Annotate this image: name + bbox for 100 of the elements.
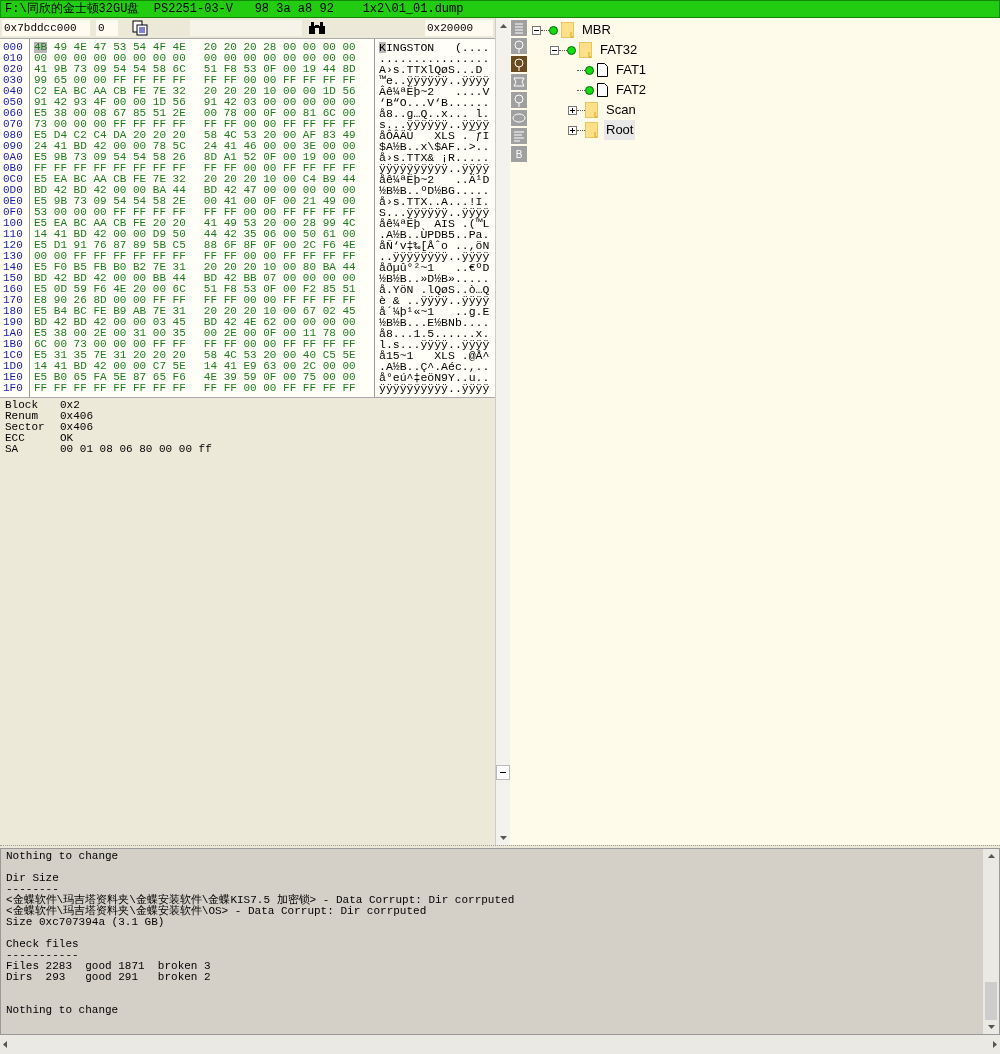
info-label: Block <box>5 400 39 411</box>
hex-bytes: C2 EA BC AA CB FE 7E 32 <box>34 86 186 97</box>
ascii-text: åÑ‘v‡‰[Åˆo ..,öN <box>379 240 490 251</box>
hex-bytes: E5 EA BC AA CB FE 7E 32 <box>34 174 186 185</box>
row-offset: 070 <box>3 119 24 130</box>
scroll-up-icon[interactable] <box>987 854 995 858</box>
binoculars-icon[interactable] <box>308 21 326 35</box>
hex-bytes: 53 00 00 00 FF FF FF FF <box>34 207 186 218</box>
tree-item[interactable]: Scan <box>604 100 638 120</box>
log-line: Files 2283 good 1871 broken 3 <box>6 961 212 972</box>
address-field[interactable]: 0x7bddcc000 <box>2 20 90 36</box>
tree-item[interactable]: FAT2 <box>614 80 649 100</box>
ascii-text: å8...1.5......x. <box>379 328 490 339</box>
hex-bytes: E5 38 00 08 67 85 51 2E <box>34 108 186 119</box>
ascii-text: å›s.TTX..A...!I. <box>379 196 490 207</box>
scroll-down-icon[interactable] <box>987 1025 995 1029</box>
hex-bytes: 00 00 00 00 00 00 00 00 <box>203 53 356 64</box>
log-line: -------- <box>6 884 59 895</box>
tree-item[interactable]: FAT1 <box>614 60 649 80</box>
hex-bytes: 14 41 BD 42 00 00 D9 50 <box>34 229 186 240</box>
hex-bytes: 00 00 FF FF FF FF FF FF <box>34 251 186 262</box>
tree-item[interactable]: MBR <box>580 20 613 40</box>
hex-bytes: 20 20 20 10 00 67 02 45 <box>203 306 356 317</box>
hex-bytes: 20 20 20 28 00 00 00 00 <box>203 42 356 53</box>
log-line: Nothing to change <box>6 851 120 862</box>
tree-item[interactable]: Root <box>604 120 636 140</box>
tree-item[interactable]: FAT32 <box>598 40 640 60</box>
hex-bytes: 00 00 00 00 00 00 00 00 <box>34 53 186 64</box>
ascii-text: ‘B“O...V‘B...... <box>379 97 490 108</box>
scroll-bar[interactable] <box>495 18 510 845</box>
ascii-text: è & ..ÿÿÿÿ..ÿÿÿÿ <box>379 295 490 306</box>
row-offset: 000 <box>3 42 24 53</box>
row-offset: 100 <box>3 218 24 229</box>
ascii-text: $A½B..x\$AF..>.. <box>379 141 490 152</box>
hex-bytes: FF FF FF FF FF FF FF FF <box>34 383 186 394</box>
row-offset: 1B0 <box>3 339 24 350</box>
size-field[interactable]: 0x20000 <box>425 20 493 36</box>
scroll-down-icon[interactable] <box>499 835 507 840</box>
collapse-icon[interactable] <box>550 45 559 55</box>
ascii-text: åÔÂÄÚ XLS .¯ƒI <box>379 130 490 141</box>
ascii-text: å8..g…Q..x... l. <box>379 108 490 119</box>
hex-bytes: BD 42 BD 42 00 00 03 45 <box>34 317 186 328</box>
ascii-text: å°eú^‡eöN9Y..u.. <box>379 372 490 383</box>
hex-bytes: 51 F8 53 0F 00 F2 85 51 <box>203 284 356 295</box>
horizontal-scroll-bar[interactable] <box>0 1035 1000 1054</box>
log-line: ----------- <box>6 950 80 961</box>
hex-bytes: E5 9B 73 09 54 54 58 26 <box>34 152 186 163</box>
row-offset: 120 <box>3 240 24 251</box>
log-line: Nothing to change <box>6 1005 120 1016</box>
scroll-right-icon[interactable] <box>993 1041 997 1048</box>
info-value: 0x406 <box>60 411 93 422</box>
folder-icon <box>561 22 574 38</box>
expand-icon[interactable] <box>568 125 577 135</box>
hex-bytes: 41 9B 73 09 54 54 58 6C <box>34 64 186 75</box>
row-offset: 110 <box>3 229 24 240</box>
count-field[interactable]: 0 <box>96 20 118 36</box>
scroll-bar[interactable] <box>983 849 999 1034</box>
row-offset: 060 <box>3 108 24 119</box>
ascii-text: ™e..ÿÿÿÿÿÿ..ÿÿÿÿ <box>379 75 490 86</box>
row-offset: 1E0 <box>3 372 24 383</box>
hex-bytes: 14 41 E9 63 00 2C 00 00 <box>203 361 356 372</box>
ascii-text: s...ÿÿÿÿÿÿ..ÿÿÿÿ <box>379 119 490 130</box>
copy-icon[interactable] <box>132 20 148 36</box>
scroll-thumb[interactable] <box>985 982 997 1020</box>
hex-bytes: E5 9B 73 09 54 54 58 2E <box>34 196 186 207</box>
log-line: <金蝶软件\玛吉塔资料夹\金蝶安装软件\金蝶KIS7.5 加密锁> - Data Corrupt: Dir corrputed <box>6 895 516 906</box>
hex-bytes: E5 D1 91 76 87 89 5B C5 <box>34 240 186 251</box>
row-offset: 180 <box>3 306 24 317</box>
cursor-char[interactable]: K <box>379 42 386 53</box>
row-offset: 0E0 <box>3 196 24 207</box>
hex-bytes: 00 41 00 0F 00 21 49 00 <box>203 196 356 207</box>
hex-bytes: 51 F8 53 0F 00 19 44 8D <box>203 64 356 75</box>
row-offset: 1A0 <box>3 328 24 339</box>
hex-bytes: E5 B0 65 FA 5E 87 65 F6 <box>34 372 186 383</box>
file-icon <box>597 63 608 77</box>
expand-icon[interactable] <box>568 105 577 115</box>
ascii-text: å›s.TTX& ¡R..... <box>379 152 490 163</box>
ascii-text: INGSTON (.... <box>385 42 490 53</box>
hex-bytes: 49 4E 47 53 54 4F 4E <box>52 42 186 53</box>
row-offset: 0A0 <box>3 152 24 163</box>
hex-bytes: 00 78 00 0F 00 81 6C 00 <box>203 108 356 119</box>
ascii-text: åê¼ªËþ AIS .(™L <box>379 218 490 229</box>
hex-bytes: 41 49 53 20 00 28 99 4C <box>203 218 356 229</box>
info-label: Sector <box>5 422 46 433</box>
scroll-left-icon[interactable] <box>3 1041 7 1048</box>
hex-bytes: 4E 39 59 0F 00 75 00 00 <box>203 372 356 383</box>
bulb-tool-button[interactable] <box>511 56 527 72</box>
scroll-minus-icon[interactable] <box>496 765 510 780</box>
ascii-text: S...ÿÿÿÿÿÿ..ÿÿÿÿ <box>379 207 490 218</box>
hex-bytes: FF FF 00 00 FF FF FF FF <box>203 207 356 218</box>
row-offset: 050 <box>3 97 24 108</box>
hex-bytes: 44 42 35 06 00 50 61 00 <box>203 229 356 240</box>
log-line: Check files <box>6 939 80 950</box>
row-offset: 010 <box>3 53 24 64</box>
window-title: F:\同欣的金士顿32GU盘 PS2251-03-V 98 3a a8 92 1x2\01_01.dump <box>0 0 1000 18</box>
info-label: SA <box>5 444 20 455</box>
ascii-text: .A½B..Ç^.Aéc.,.. <box>379 361 490 372</box>
collapse-icon[interactable] <box>532 25 541 35</box>
scroll-up-icon[interactable] <box>499 23 507 28</box>
hex-bytes: FF FF 00 00 FF FF FF FF <box>203 339 356 350</box>
